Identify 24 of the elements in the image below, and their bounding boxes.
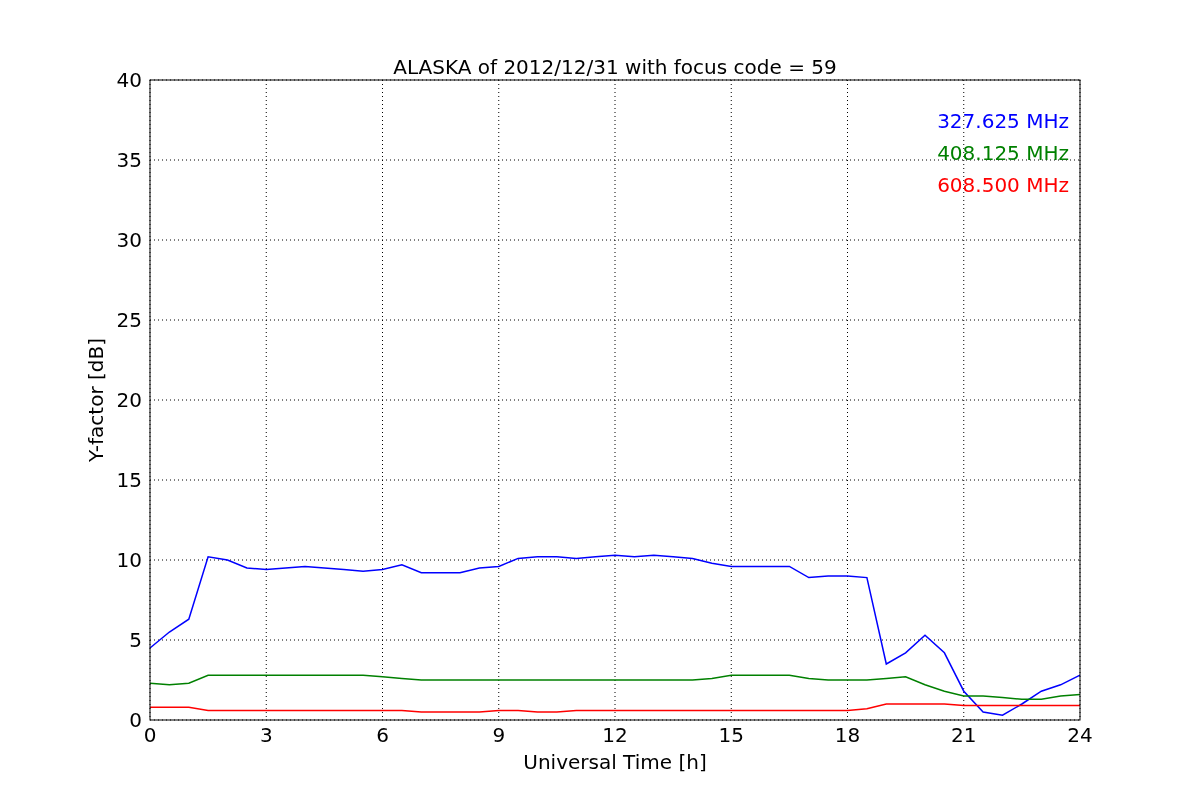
x-tick-label: 6 — [376, 723, 389, 747]
x-tick-label: 15 — [718, 723, 744, 747]
y-tick-label: 40 — [116, 68, 142, 92]
y-tick-label: 20 — [116, 388, 142, 412]
y-tick-label: 35 — [116, 148, 142, 172]
y-tick-label: 10 — [116, 548, 142, 572]
y-axis-label: Y-factor [dB] — [84, 338, 108, 462]
x-tick-label: 3 — [259, 723, 273, 747]
x-axis-label: Universal Time [h] — [523, 750, 707, 774]
y-tick-label: 0 — [129, 708, 142, 732]
chart-title: ALASKA of 2012/12/31 with focus code = 59 — [393, 55, 837, 79]
y-tick-label: 25 — [116, 308, 142, 332]
x-tick-label: 21 — [951, 723, 977, 747]
legend-label: 327.625 MHz — [937, 109, 1069, 133]
x-tick-label: 24 — [1067, 723, 1093, 747]
legend-label: 408.125 MHz — [937, 141, 1069, 165]
x-tick-label: 0 — [143, 723, 157, 747]
x-tick-label: 9 — [492, 723, 506, 747]
x-tick-label: 18 — [834, 723, 861, 747]
y-tick-label: 5 — [129, 628, 142, 652]
x-tick-label: 12 — [602, 723, 628, 747]
legend-label: 608.500 MHz — [937, 173, 1069, 197]
y-tick-label: 15 — [116, 468, 142, 492]
y-tick-label: 30 — [116, 228, 142, 252]
